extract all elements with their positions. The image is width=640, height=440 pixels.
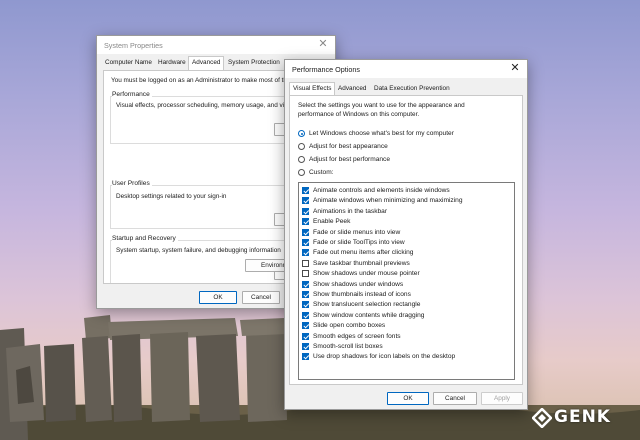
effect-label: Fade or slide menus into view (313, 228, 401, 236)
effect-item[interactable]: Fade out menu items after clicking (302, 248, 512, 258)
radio-label: Custom: (309, 169, 334, 176)
checkbox[interactable] (302, 228, 309, 236)
effect-label: Smooth-scroll list boxes (313, 343, 383, 350)
checkbox[interactable] (302, 218, 309, 226)
effect-item[interactable]: Animate controls and elements inside win… (302, 186, 512, 196)
tab-data-execution-prevention[interactable]: Data Execution Prevention (370, 82, 454, 96)
effect-item[interactable]: Show shadows under mouse pointer (302, 269, 512, 279)
effect-label: Slide open combo boxes (313, 322, 386, 330)
effect-label: Show shadows under mouse pointer (313, 270, 420, 278)
close-icon[interactable]: ✕ (315, 37, 331, 52)
effect-label: Use drop shadows for icon labels on the … (313, 353, 456, 361)
startup-recovery-description: System startup, system failure, and debu… (116, 247, 281, 254)
user-profiles-description: Desktop settings related to your sign-in (116, 193, 227, 200)
effect-item[interactable]: Smooth-scroll list boxes (302, 342, 512, 352)
effect-label: Fade or slide ToolTips into view (313, 239, 405, 246)
close-icon[interactable]: ✕ (507, 61, 523, 76)
effect-item[interactable]: Fade or slide menus into view (302, 228, 512, 238)
window-title: Performance Options (292, 65, 360, 74)
window-title: System Properties (104, 41, 163, 50)
tab-advanced[interactable]: Advanced (188, 56, 225, 70)
visual-effects-panel: Select the settings you want to use for … (289, 95, 523, 385)
performance-title: Performance (112, 91, 152, 98)
radio-button[interactable] (298, 156, 305, 163)
system-properties-titlebar[interactable]: System Properties ✕ (97, 36, 335, 54)
radio-label: Adjust for best performance (309, 156, 390, 163)
tab-system-protection[interactable]: System Protection (224, 56, 284, 70)
checkbox[interactable] (302, 332, 309, 340)
effect-item[interactable]: Use drop shadows for icon labels on the … (302, 352, 512, 362)
radio-label: Let Windows choose what's best for my co… (309, 130, 454, 137)
checkbox[interactable] (302, 239, 309, 246)
effect-item[interactable]: Animate windows when minimizing and maxi… (302, 196, 512, 206)
effect-label: Fade out menu items after clicking (313, 249, 414, 257)
radio-label: Adjust for best appearance (309, 143, 388, 150)
performance-description: Visual effects, processor scheduling, me… (116, 102, 292, 109)
effect-label: Animations in the taskbar (313, 207, 388, 215)
effect-item[interactable]: Show translucent selection rectangle (302, 300, 512, 310)
checkbox[interactable] (302, 322, 309, 330)
effect-label: Show shadows under windows (313, 280, 404, 288)
effect-item[interactable]: Animations in the taskbar (302, 207, 512, 217)
checkbox[interactable] (302, 197, 309, 205)
checkbox[interactable] (302, 249, 309, 257)
watermark-text: GENK (554, 407, 611, 427)
tab-computer-name[interactable]: Computer Name (101, 56, 156, 70)
checkbox[interactable] (302, 301, 309, 309)
checkbox[interactable] (302, 353, 309, 361)
ok-button[interactable]: OK (199, 291, 237, 304)
effect-label: Show window contents while dragging (313, 311, 425, 319)
user-profiles-title: User Profiles (112, 180, 152, 187)
effect-item[interactable]: Slide open combo boxes (302, 321, 512, 331)
effect-label: Save taskbar thumbnail previews (313, 259, 410, 267)
intro-line-1: Select the settings you want to use for … (298, 102, 465, 109)
effect-item[interactable]: Fade or slide ToolTips into view (302, 238, 512, 248)
effect-item[interactable]: Show window contents while dragging (302, 311, 512, 321)
startup-recovery-title: Startup and Recovery (112, 235, 178, 242)
cancel-button[interactable]: Cancel (242, 291, 280, 304)
effect-item[interactable]: Save taskbar thumbnail previews (302, 259, 512, 269)
radio-button[interactable] (298, 143, 305, 150)
checkbox[interactable] (302, 280, 309, 288)
visual-effects-list[interactable]: Animate controls and elements inside win… (298, 182, 515, 380)
effect-item[interactable]: Show thumbnails instead of icons (302, 290, 512, 300)
effect-item[interactable]: Enable Peek (302, 217, 512, 227)
effect-item[interactable]: Show shadows under windows (302, 280, 512, 290)
admin-note: You must be logged on as an Administrato… (111, 77, 291, 84)
effect-label: Show translucent selection rectangle (313, 301, 421, 309)
radio-button[interactable] (298, 130, 305, 137)
checkbox[interactable] (302, 187, 309, 194)
effect-item[interactable]: Smooth edges of screen fonts (302, 332, 512, 342)
effect-label: Enable Peek (313, 218, 351, 226)
effect-label: Animate controls and elements inside win… (313, 187, 450, 194)
tab-hardware[interactable]: Hardware (154, 56, 190, 70)
apply-button[interactable]: Apply (481, 392, 523, 405)
performance-options-window[interactable]: Performance Options ✕ Visual Effects Adv… (284, 59, 528, 410)
effect-label: Animate windows when minimizing and maxi… (313, 197, 463, 205)
checkbox[interactable] (302, 343, 309, 350)
radio-button[interactable] (298, 169, 305, 176)
tab-advanced[interactable]: Advanced (334, 82, 370, 96)
intro-line-2: performance of Windows on this computer. (298, 111, 420, 118)
cancel-button[interactable]: Cancel (433, 392, 477, 405)
checkbox[interactable] (302, 270, 309, 278)
performance-options-titlebar[interactable]: Performance Options ✕ (285, 60, 527, 78)
checkbox[interactable] (302, 291, 309, 298)
checkbox[interactable] (302, 207, 309, 215)
checkbox[interactable] (302, 259, 309, 267)
effect-label: Show thumbnails instead of icons (313, 291, 411, 298)
ok-button[interactable]: OK (387, 392, 429, 405)
checkbox[interactable] (302, 311, 309, 319)
genk-watermark: GENK (532, 406, 632, 428)
genk-logo-icon (532, 408, 552, 428)
effect-label: Smooth edges of screen fonts (313, 332, 401, 340)
tab-visual-effects[interactable]: Visual Effects (289, 82, 336, 96)
